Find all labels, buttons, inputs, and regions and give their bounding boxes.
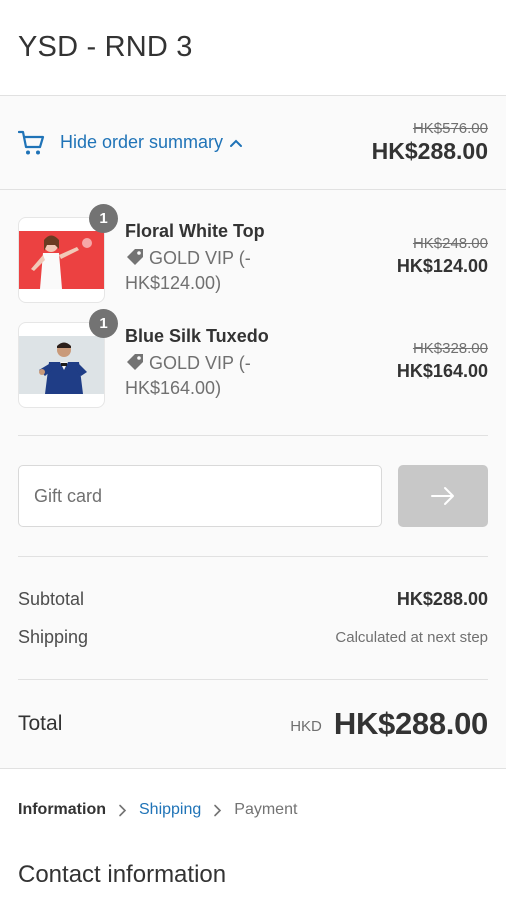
quantity-badge: 1 xyxy=(89,309,118,338)
chevron-right-icon xyxy=(214,804,222,816)
cart-icon xyxy=(18,130,45,154)
product-thumbnail: 1 xyxy=(18,309,118,408)
order-summary-toggle[interactable]: Hide order summary HK$576.00 HK$288.00 xyxy=(0,96,506,190)
store-header: YSD - RND 3 xyxy=(0,0,506,96)
breadcrumb: Information Shipping Payment xyxy=(18,769,488,851)
product-sale-price: HK$124.00 xyxy=(396,256,488,276)
subtotal-value: HK$288.00 xyxy=(396,588,488,609)
total-amount: HKD HK$288.00 xyxy=(290,706,488,742)
product-price: HK$328.00 HK$164.00 xyxy=(397,322,488,408)
contact-information-heading: Contact information xyxy=(18,861,227,888)
tag-icon xyxy=(127,249,143,265)
subtotal-line: Subtotal HK$288.00 xyxy=(18,587,488,611)
product-item: 1 Blue Silk Tuxedo GOLD VIP (-HK$164.00)… xyxy=(18,309,488,408)
apply-gift-card-button[interactable] xyxy=(398,465,488,527)
product-list: 1 Floral White Top GOLD VIP (-HK$124.00)… xyxy=(18,190,488,436)
summary-total: HK$576.00 HK$288.00 xyxy=(372,120,488,165)
currency-code: HKD xyxy=(290,717,322,735)
cost-lines: Subtotal HK$288.00 Shipping Calculated a… xyxy=(18,557,488,680)
subtotal-label: Subtotal xyxy=(18,588,85,609)
checkout-main: Information Shipping Payment Contact inf… xyxy=(0,768,506,889)
product-name: Floral White Top xyxy=(125,221,265,241)
tag-icon xyxy=(127,354,143,370)
shipping-line: Shipping Calculated at next step xyxy=(18,625,488,649)
gift-card-form xyxy=(18,436,488,557)
product-image-blue-silk-tuxedo xyxy=(19,336,104,394)
breadcrumb-information: Information xyxy=(18,801,106,818)
breadcrumb-shipping[interactable]: Shipping xyxy=(139,801,201,819)
product-original-price: HK$248.00 xyxy=(412,235,488,252)
product-name: Blue Silk Tuxedo xyxy=(125,326,269,346)
total-value: HK$288.00 xyxy=(333,706,488,741)
product-image-floral-white-top xyxy=(19,231,104,289)
breadcrumb-payment: Payment xyxy=(234,801,298,818)
toggle-left[interactable]: Hide order summary xyxy=(18,130,243,156)
order-summary: Hide order summary HK$576.00 HK$288.00 1… xyxy=(0,96,506,768)
product-discount: GOLD VIP (-HK$164.00) xyxy=(125,351,295,401)
toggle-label[interactable]: Hide order summary xyxy=(60,132,223,153)
total-label: Total xyxy=(18,712,63,735)
product-thumbnail: 1 xyxy=(18,204,118,303)
summary-total-value: HK$288.00 xyxy=(371,138,488,164)
quantity-badge: 1 xyxy=(89,204,118,233)
gift-card-input[interactable] xyxy=(18,465,382,527)
chevron-up-icon xyxy=(230,139,243,147)
product-sale-price: HK$164.00 xyxy=(396,361,488,381)
product-original-price: HK$328.00 xyxy=(412,340,488,357)
shipping-value: Calculated at next step xyxy=(335,628,488,646)
summary-panel: 1 Floral White Top GOLD VIP (-HK$124.00)… xyxy=(0,190,506,768)
product-item: 1 Floral White Top GOLD VIP (-HK$124.00)… xyxy=(18,204,488,303)
chevron-right-icon xyxy=(119,804,127,816)
arrow-right-icon xyxy=(431,487,454,505)
product-discount: GOLD VIP (-HK$124.00) xyxy=(125,246,295,296)
shipping-label: Shipping xyxy=(18,626,89,647)
store-title[interactable]: YSD - RND 3 xyxy=(18,31,193,64)
product-info: Blue Silk Tuxedo GOLD VIP (-HK$164.00) xyxy=(125,322,295,408)
product-price: HK$248.00 HK$124.00 xyxy=(397,217,488,303)
product-info: Floral White Top GOLD VIP (-HK$124.00) xyxy=(125,217,295,303)
total-line: Total HKD HK$288.00 xyxy=(18,680,488,768)
summary-original-total: HK$576.00 xyxy=(412,120,488,137)
